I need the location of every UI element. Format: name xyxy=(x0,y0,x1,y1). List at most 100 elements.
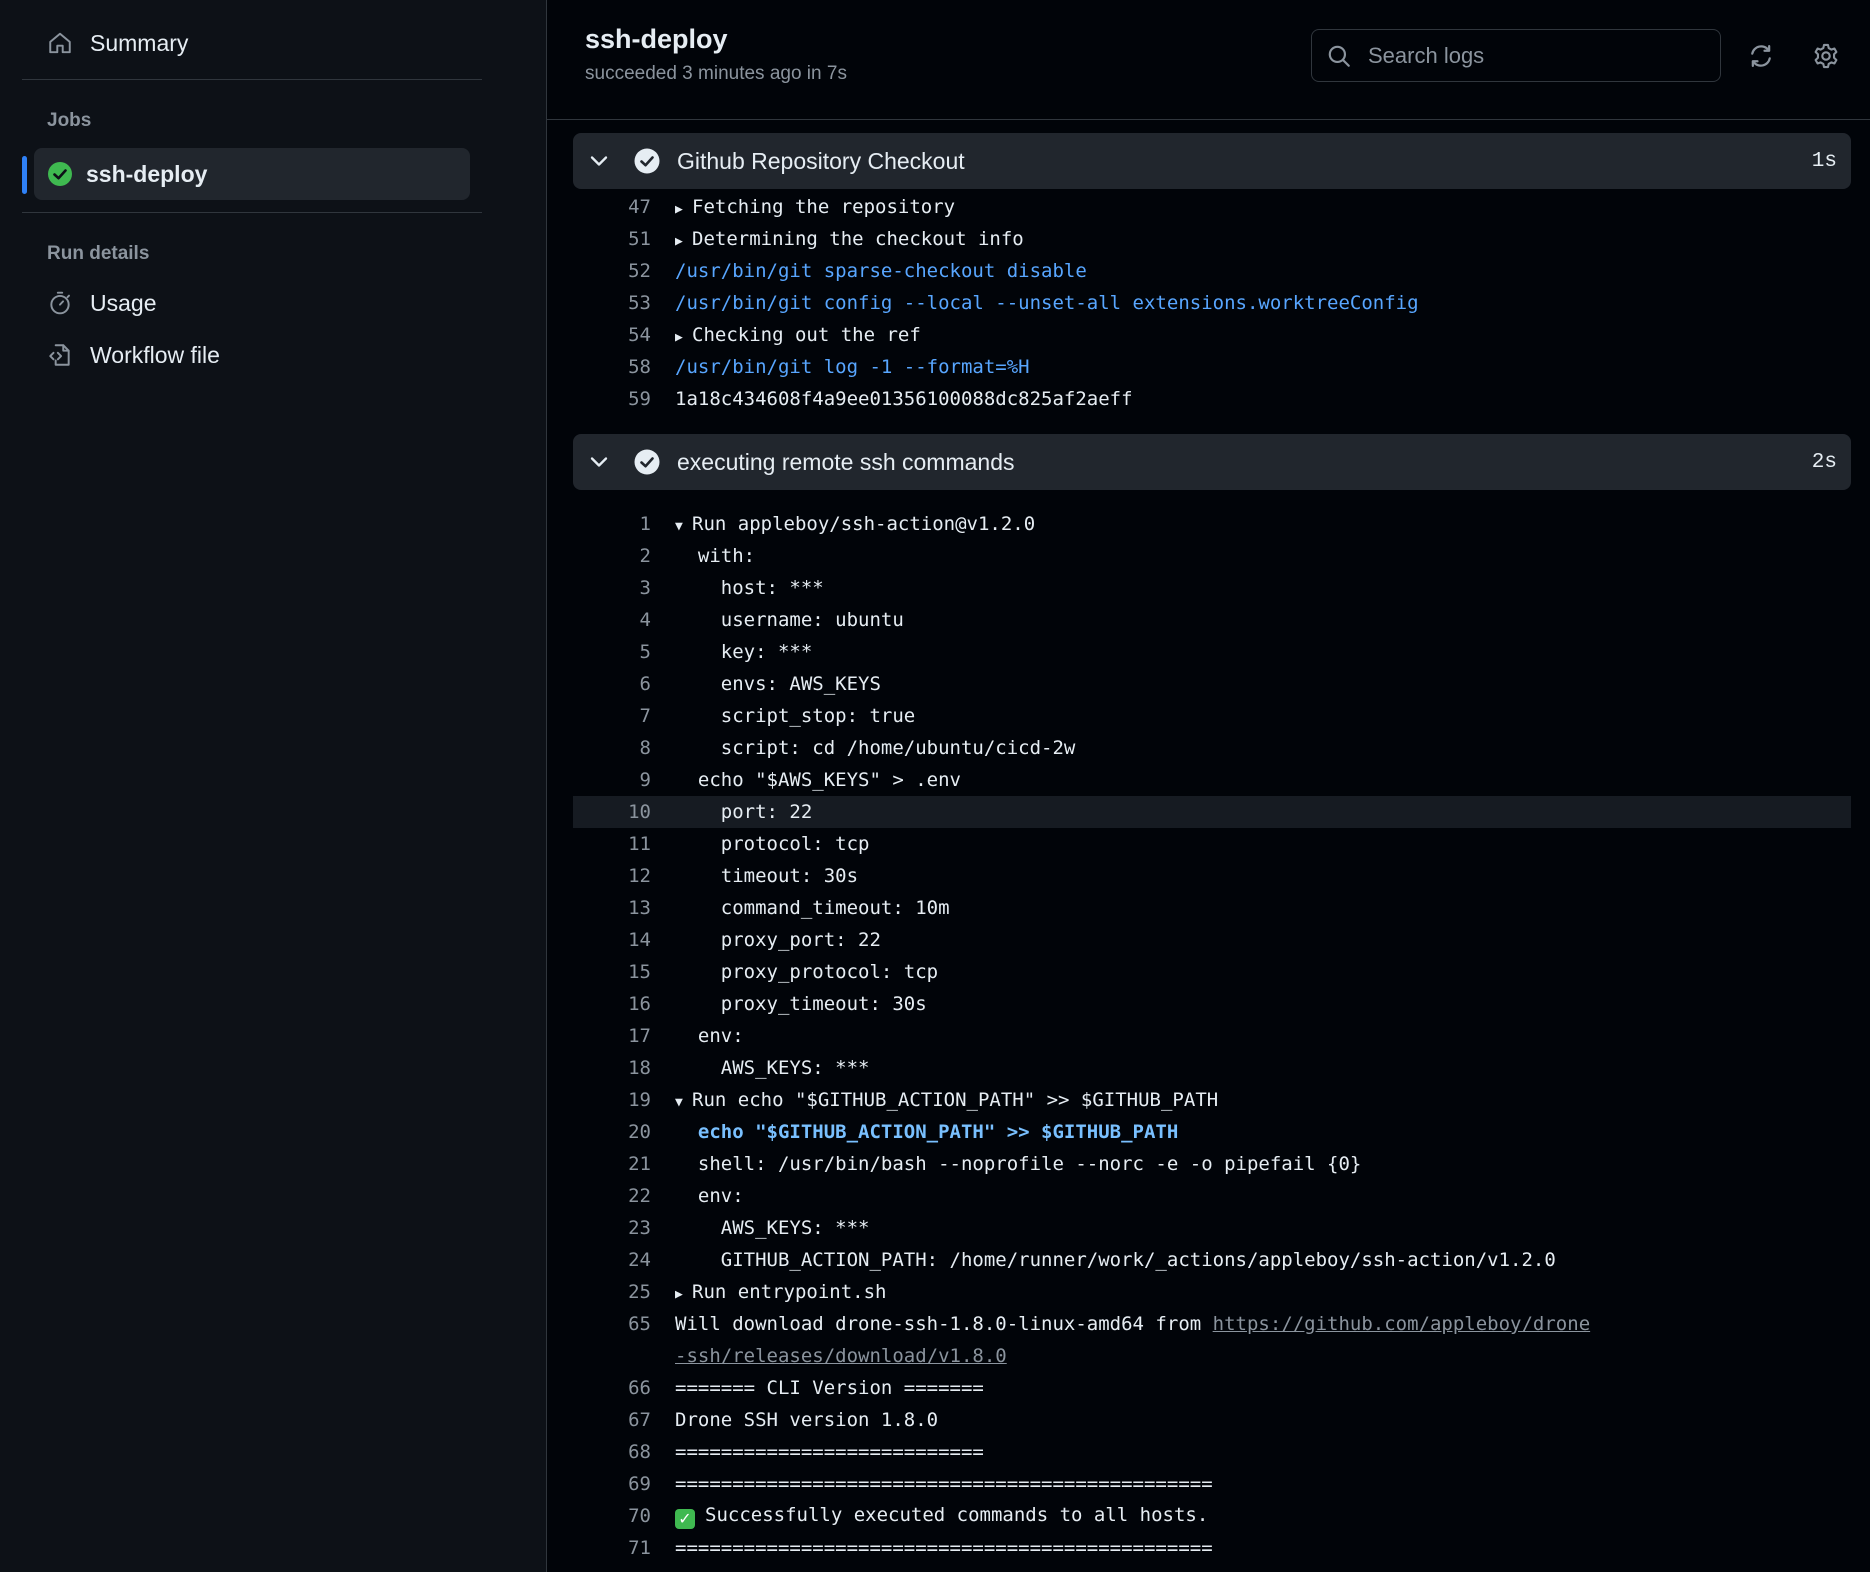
log-line[interactable]: 14 proxy_port: 22 xyxy=(573,924,1851,956)
log-line[interactable]: 11 protocol: tcp xyxy=(573,828,1851,860)
log-line[interactable]: 19 ▼ Run echo "$GITHUB_ACTION_PATH" >> $GI… xyxy=(573,1084,1851,1116)
line-number[interactable]: 54 xyxy=(573,324,651,346)
line-number[interactable]: 22 xyxy=(573,1185,651,1207)
log-line[interactable]: 13 command_timeout: 10m xyxy=(573,892,1851,924)
line-number[interactable]: 69 xyxy=(573,1473,651,1495)
log-line[interactable]: 23 AWS_KEYS: *** xyxy=(573,1212,1851,1244)
chevron-down-icon[interactable] xyxy=(585,147,613,175)
log-line[interactable]: 25 ▶ Run entrypoint.sh xyxy=(573,1276,1851,1308)
line-number[interactable]: 23 xyxy=(573,1217,651,1239)
log-line[interactable]: 10 port: 22 xyxy=(573,796,1851,828)
usage-link[interactable]: Usage xyxy=(22,277,482,329)
search-logs-input[interactable] xyxy=(1366,41,1706,70)
line-number[interactable]: 4 xyxy=(573,609,651,631)
log-line[interactable]: 4 username: ubuntu xyxy=(573,604,1851,636)
log-line[interactable]: 7 script_stop: true xyxy=(573,700,1851,732)
line-number[interactable]: 71 xyxy=(573,1537,651,1559)
log-group-title: Run echo "$GITHUB_ACTION_PATH" >> $GITHU… xyxy=(692,1089,1219,1111)
line-number[interactable]: 13 xyxy=(573,897,651,919)
line-number[interactable]: 65 xyxy=(573,1308,651,1340)
line-number[interactable]: 52 xyxy=(573,260,651,282)
settings-button[interactable] xyxy=(1810,40,1842,72)
line-number[interactable]: 25 xyxy=(573,1281,651,1303)
log-line[interactable]: 67 Drone SSH version 1.8.0 xyxy=(573,1404,1851,1436)
expand-triangle-icon[interactable]: ▶ xyxy=(675,1287,692,1302)
log-line[interactable]: 71 ======================================… xyxy=(573,1532,1851,1564)
log-line[interactable]: 18 AWS_KEYS: *** xyxy=(573,1052,1851,1084)
log-line[interactable]: 5 key: *** xyxy=(573,636,1851,668)
log-line[interactable]: 47 ▶ Fetching the repository xyxy=(573,191,1851,223)
log-line[interactable]: 22 env: xyxy=(573,1180,1851,1212)
log-line[interactable]: 21 shell: /usr/bin/bash --noprofile --no… xyxy=(573,1148,1851,1180)
log-line[interactable]: 53/usr/bin/git config --local --unset-al… xyxy=(573,287,1851,319)
line-number[interactable]: 24 xyxy=(573,1249,651,1271)
line-number[interactable]: 9 xyxy=(573,769,651,791)
log-line[interactable]: 69 ======================================… xyxy=(573,1468,1851,1500)
line-number[interactable]: 17 xyxy=(573,1025,651,1047)
line-number[interactable]: 67 xyxy=(573,1409,651,1431)
log-group-title: Fetching the repository xyxy=(692,196,956,218)
line-number[interactable]: 18 xyxy=(573,1057,651,1079)
line-number[interactable]: 1 xyxy=(573,513,651,535)
log-text: shell: /usr/bin/bash --noprofile --norc … xyxy=(675,1153,1362,1175)
line-number[interactable]: 10 xyxy=(573,801,651,823)
log-line[interactable]: 1 ▼ Run appleboy/ssh-action@v1.2.0 xyxy=(573,508,1851,540)
line-number[interactable]: 5 xyxy=(573,641,651,663)
line-number[interactable]: 68 xyxy=(573,1441,651,1463)
log-line[interactable]: 66 ======= CLI Version ======= xyxy=(573,1372,1851,1404)
log-line[interactable]: 20 echo "$GITHUB_ACTION_PATH" >> $GITHUB… xyxy=(573,1116,1851,1148)
line-number[interactable]: 12 xyxy=(573,865,651,887)
line-number[interactable]: 2 xyxy=(573,545,651,567)
workflow-file-link[interactable]: Workflow file xyxy=(22,329,482,381)
expand-triangle-icon[interactable]: ▶ xyxy=(675,202,692,217)
line-number[interactable]: 15 xyxy=(573,961,651,983)
log-line[interactable]: 8 script: cd /home/ubuntu/cicd-2w xyxy=(573,732,1851,764)
collapse-triangle-icon[interactable]: ▼ xyxy=(675,519,692,534)
line-number[interactable]: 6 xyxy=(573,673,651,695)
chevron-down-icon[interactable] xyxy=(585,448,613,476)
line-number[interactable]: 47 xyxy=(573,196,651,218)
log-line[interactable]: 24 GITHUB_ACTION_PATH: /home/runner/work… xyxy=(573,1244,1851,1276)
log-line[interactable]: 58/usr/bin/git log -1 --format=%H xyxy=(573,351,1851,383)
expand-triangle-icon[interactable]: ▶ xyxy=(675,234,692,249)
log-line[interactable]: 2 with: xyxy=(573,540,1851,572)
log-line[interactable]: 15 proxy_protocol: tcp xyxy=(573,956,1851,988)
log-line[interactable]: 70 ✓ Successfully executed commands to all… xyxy=(573,1500,1851,1532)
line-number[interactable]: 16 xyxy=(573,993,651,1015)
log-line[interactable]: 52/usr/bin/git sparse-checkout disable xyxy=(573,255,1851,287)
summary-link[interactable]: Summary xyxy=(22,17,482,69)
line-number[interactable]: 14 xyxy=(573,929,651,951)
line-number[interactable]: 21 xyxy=(573,1153,651,1175)
search-logs-box[interactable] xyxy=(1311,29,1721,82)
expand-triangle-icon[interactable]: ▶ xyxy=(675,330,692,345)
log-line[interactable]: 3 host: *** xyxy=(573,572,1851,604)
line-number[interactable]: 7 xyxy=(573,705,651,727)
line-number[interactable]: 70 xyxy=(573,1505,651,1527)
log-line[interactable]: 16 proxy_timeout: 30s xyxy=(573,988,1851,1020)
log-line[interactable]: 9 echo "$AWS_KEYS" > .env xyxy=(573,764,1851,796)
log-line[interactable]: 17 env: xyxy=(573,1020,1851,1052)
log-line[interactable]: 54 ▶ Checking out the ref xyxy=(573,319,1851,351)
line-number[interactable]: 66 xyxy=(573,1377,651,1399)
line-number[interactable]: 20 xyxy=(573,1121,651,1143)
step-header-checkout[interactable]: Github Repository Checkout 1s xyxy=(573,133,1851,189)
sidebar-job-ssh-deploy[interactable]: ssh-deploy xyxy=(22,148,470,200)
line-number[interactable]: 8 xyxy=(573,737,651,759)
line-number[interactable]: 58 xyxy=(573,356,651,378)
line-number[interactable]: 53 xyxy=(573,292,651,314)
log-line[interactable]: 12 timeout: 30s xyxy=(573,860,1851,892)
refresh-button[interactable] xyxy=(1745,40,1777,72)
line-number[interactable]: 3 xyxy=(573,577,651,599)
log-line[interactable]: 65 Will download drone-ssh-1.8.0-linux-am… xyxy=(573,1308,1851,1372)
line-number[interactable]: 59 xyxy=(573,388,651,410)
line-number[interactable]: 11 xyxy=(573,833,651,855)
step-header-ssh[interactable]: executing remote ssh commands 2s xyxy=(573,434,1851,490)
line-number[interactable]: 51 xyxy=(573,228,651,250)
run-details-heading: Run details xyxy=(47,243,150,264)
log-line[interactable]: 68 =========================== xyxy=(573,1436,1851,1468)
log-line[interactable]: 59 1a18c434608f4a9ee01356100088dc825af2ae… xyxy=(573,383,1851,415)
log-line[interactable]: 6 envs: AWS_KEYS xyxy=(573,668,1851,700)
line-number[interactable]: 19 xyxy=(573,1089,651,1111)
log-line[interactable]: 51 ▶ Determining the checkout info xyxy=(573,223,1851,255)
collapse-triangle-icon[interactable]: ▼ xyxy=(675,1095,692,1110)
